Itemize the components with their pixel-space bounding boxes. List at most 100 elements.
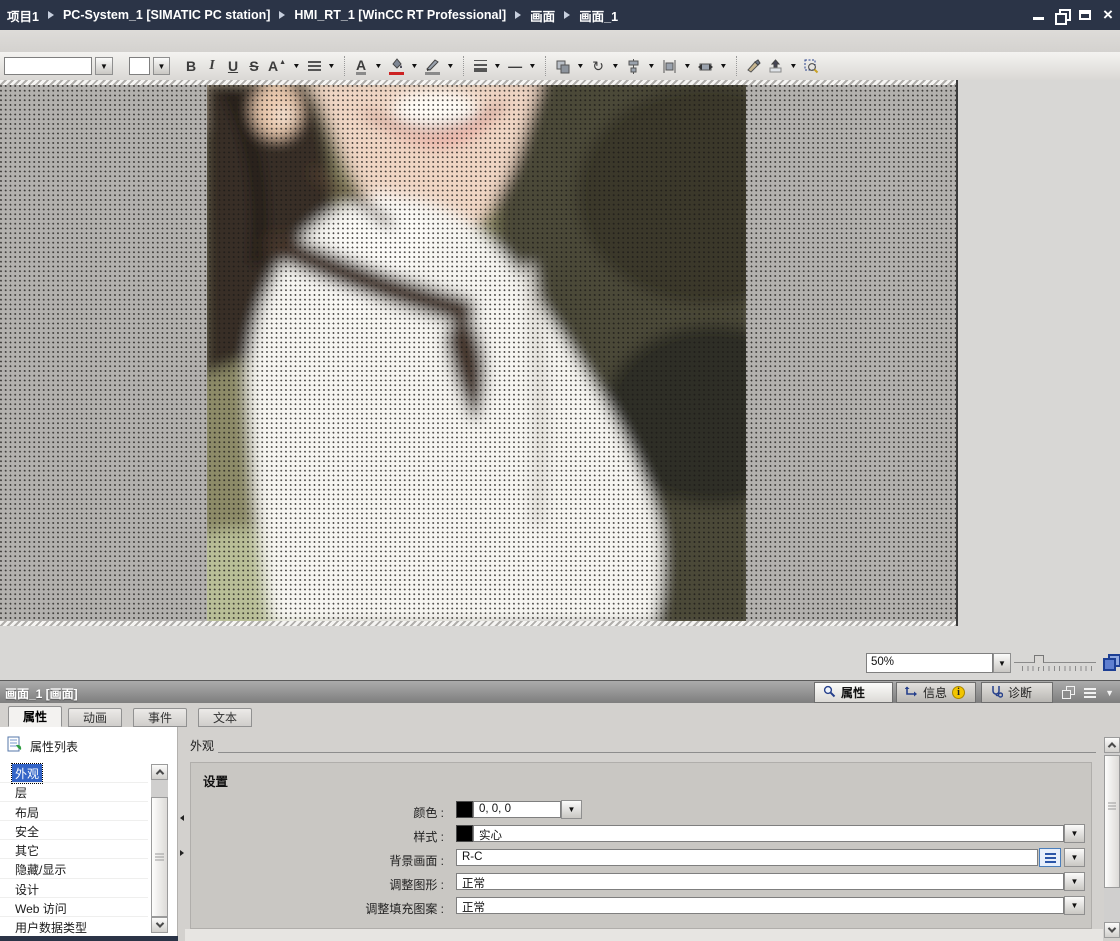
content-scrollbar[interactable] [1104, 737, 1120, 938]
style-swatch[interactable] [456, 825, 473, 842]
inspector-collapse-icon[interactable]: ▼ [1105, 688, 1114, 698]
tab-events[interactable]: 事件 [133, 708, 187, 727]
fit-graphic-select[interactable]: 正常 [456, 873, 1064, 890]
font-list-button[interactable] [95, 57, 113, 75]
font-color-button[interactable]: A [352, 56, 370, 76]
breadcrumb-screens[interactable]: 画面 [530, 6, 555, 25]
restore-button[interactable] [1055, 8, 1069, 22]
zoom-level-dropdown[interactable] [993, 653, 1011, 673]
zoom-level-select[interactable]: 50% [866, 653, 993, 673]
arrange-order-button[interactable] [553, 56, 572, 76]
scroll-up-button[interactable] [151, 764, 168, 780]
view-tab-properties[interactable]: 属性 [814, 682, 893, 703]
breadcrumb-project[interactable]: 项目1 [7, 6, 39, 25]
distribute-button[interactable] [660, 56, 679, 76]
splitter-collapse-icon[interactable] [180, 815, 184, 821]
fit-graphic-dropdown[interactable] [1064, 872, 1085, 891]
layers-dropdown[interactable] [788, 56, 799, 76]
line-weight-dropdown[interactable] [492, 56, 503, 76]
resize-dropdown[interactable] [718, 56, 729, 76]
align-objects-dropdown[interactable] [646, 56, 657, 76]
style-dropdown[interactable] [1064, 824, 1085, 843]
scroll-down-button[interactable] [1104, 922, 1120, 938]
view-tab-info-label: 信息 [923, 684, 947, 701]
minimize-button[interactable] [1032, 8, 1046, 22]
scroll-up-button[interactable] [1104, 737, 1120, 753]
property-list-icon [7, 736, 24, 758]
splitter-expand-icon[interactable] [180, 850, 184, 856]
fit-to-screen-icon[interactable] [1103, 654, 1119, 670]
rotate-button[interactable]: ↻ [589, 56, 607, 76]
tab-texts-label: 文本 [213, 709, 237, 726]
scrollbar-thumb[interactable] [151, 797, 168, 917]
toolbar-separator [463, 56, 464, 76]
italic-button[interactable]: I [203, 56, 221, 76]
view-tab-diagnostics[interactable]: 诊断 [981, 682, 1053, 703]
font-size-step-dropdown[interactable] [291, 56, 302, 76]
fit-fill-pattern-label: 调整填充图案 : [194, 900, 444, 917]
screen-editor-canvas[interactable] [0, 85, 957, 621]
font-color-dropdown[interactable] [373, 56, 384, 76]
panel-bottom-strip [0, 936, 178, 941]
fit-fill-pattern-select[interactable]: 正常 [456, 897, 1064, 914]
bold-button[interactable]: B [182, 56, 200, 76]
rotate-dropdown[interactable] [610, 56, 621, 76]
zoom-area-button[interactable] [802, 56, 821, 76]
tia-portal-window: 项目1 PC-System_1 [SIMATIC PC station] HMI… [0, 0, 1120, 941]
close-button[interactable]: × [1101, 8, 1115, 22]
inspector-restore-icon[interactable] [1062, 686, 1075, 699]
background-color-dropdown[interactable] [409, 56, 420, 76]
view-tab-info[interactable]: 信息 i [896, 682, 976, 703]
breadcrumb-hmi-rt[interactable]: HMI_RT_1 [WinCC RT Professional] [294, 8, 506, 22]
font-name-input[interactable] [4, 57, 92, 75]
font-size-button[interactable]: A▲ [266, 56, 288, 76]
background-screen-dropdown[interactable] [1064, 848, 1085, 867]
underline-button[interactable]: U [224, 56, 242, 76]
tab-properties[interactable]: 属性 [8, 706, 62, 727]
property-item-appearance[interactable]: 外观 [12, 764, 42, 783]
zoom-slider-track[interactable] [1014, 662, 1096, 663]
layers-button[interactable] [766, 56, 785, 76]
fit-fill-pattern-dropdown[interactable] [1064, 896, 1085, 915]
style-select[interactable]: 实心 [473, 825, 1064, 842]
color-dropdown[interactable] [561, 800, 582, 819]
property-item-hide-show[interactable]: 隐藏/显示 [12, 860, 69, 879]
format-painter-button[interactable] [744, 56, 763, 76]
screen-background-image[interactable] [207, 85, 746, 621]
property-list-scrollbar[interactable] [151, 764, 168, 933]
style-label: 样式 : [194, 828, 444, 845]
line-weight-button[interactable] [471, 56, 489, 76]
text-align-dropdown[interactable] [326, 56, 337, 76]
color-swatch[interactable] [456, 801, 473, 818]
line-color-button[interactable] [423, 56, 442, 76]
tab-texts[interactable]: 文本 [198, 708, 252, 727]
maximize-button[interactable] [1078, 8, 1092, 22]
breadcrumb-arrow-icon [48, 11, 54, 19]
pen-icon [425, 57, 440, 75]
scrollbar-thumb[interactable] [1104, 755, 1120, 888]
font-size-dropdown[interactable] [153, 57, 170, 75]
text-align-button[interactable] [305, 56, 323, 76]
line-style-dropdown[interactable] [527, 56, 538, 76]
panel-splitter[interactable] [179, 727, 185, 941]
breadcrumb-screen-1[interactable]: 画面_1 [579, 6, 618, 25]
line-color-dropdown[interactable] [445, 56, 456, 76]
align-objects-button[interactable] [624, 56, 643, 76]
resize-button[interactable] [696, 56, 715, 76]
strikethrough-button[interactable]: S [245, 56, 263, 76]
line-style-button[interactable]: — [506, 56, 524, 76]
inspector-menu-icon[interactable] [1084, 688, 1096, 698]
property-item-layers[interactable]: 层 [12, 783, 30, 802]
property-item-user-data-types[interactable]: 用户数据类型 [12, 918, 90, 937]
breadcrumb-pc-system[interactable]: PC-System_1 [SIMATIC PC station] [63, 8, 270, 22]
tab-animations[interactable]: 动画 [68, 708, 122, 727]
scroll-down-button[interactable] [151, 917, 168, 933]
color-select[interactable]: 0, 0, 0 [473, 801, 561, 818]
property-item-label: 外观 [15, 765, 39, 782]
distribute-dropdown[interactable] [682, 56, 693, 76]
background-color-button[interactable] [387, 56, 406, 76]
font-size-field[interactable] [129, 57, 150, 75]
background-screen-select[interactable]: R-C [456, 849, 1038, 866]
arrange-order-dropdown[interactable] [575, 56, 586, 76]
background-screen-browse-button[interactable] [1039, 848, 1061, 867]
